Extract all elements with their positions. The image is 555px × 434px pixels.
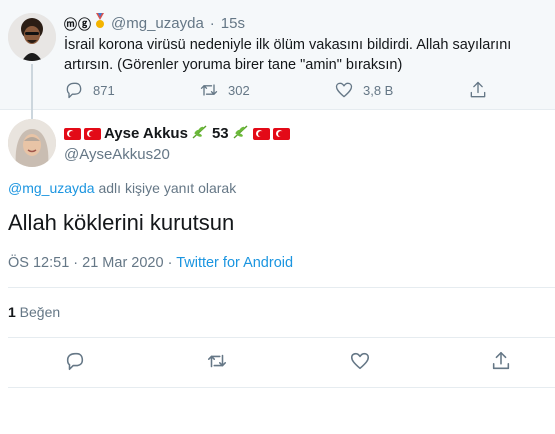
tweet-source-link[interactable]: Twitter for Android [176,255,293,271]
author-name-row: Ayse Akkus 53 [64,125,293,142]
turkey-flag-icon [64,127,81,140]
parent-like-count: 3,8 B [363,82,394,98]
parent-retweet-button[interactable]: 302 [199,80,250,100]
like-count: 1 [8,304,16,320]
divider [8,387,555,388]
share-icon [470,81,486,98]
olive-branch-icon [233,125,249,142]
author-handle[interactable]: @AyseAkkus20 [64,146,170,163]
parent-reply-count: 871 [93,82,115,98]
parent-header: ⓜⓖ @mg_uzayda · 15s [64,13,245,33]
divider [8,337,555,338]
share-button[interactable] [490,350,512,372]
parent-retweet-count: 302 [228,82,250,98]
retweet-button[interactable] [206,350,228,372]
parent-actions: 871 302 3,8 B [64,80,494,104]
turkey-flag-icon [272,127,290,140]
share-icon [492,351,510,370]
reply-icon [66,352,84,371]
medal-icon [95,13,105,33]
heart-icon [335,82,353,98]
tweet-actions [0,350,555,374]
reply-context-text: adlı kişiye yanıt olarak [94,180,237,196]
author-avatar[interactable] [8,119,56,167]
like-button[interactable] [349,350,371,372]
author-avatar-image [8,119,56,167]
parent-reply-button[interactable]: 871 [64,80,115,100]
retweet-icon [200,84,218,96]
retweet-icon [207,354,227,368]
author-name-number: 53 [211,125,229,142]
divider [8,287,555,288]
reply-context: @mg_uzayda adlı kişiye yanıt olarak [8,180,236,196]
parent-timestamp[interactable]: 15s [221,15,245,32]
parent-tweet[interactable]: ⓜⓖ @mg_uzayda · 15s İsrail korona virüsü… [0,0,555,120]
tweet-text: Allah köklerini kurutsun [8,210,235,235]
turkey-flag-icon [84,127,101,140]
author-name[interactable]: Ayse Akkus [104,125,188,142]
parent-avatar-image [8,13,56,61]
tweet-timestamp[interactable]: ÖS 12:51 · 21 Mar 2020 · [8,255,176,271]
heart-icon [350,352,370,370]
like-stats[interactable]: 1 Beğen [8,304,60,320]
reply-mention-link[interactable]: @mg_uzayda [8,180,95,196]
reply-button[interactable] [64,350,86,372]
parent-share-button[interactable] [468,80,488,100]
parent-avatar[interactable] [8,13,56,61]
reply-icon [66,82,82,99]
thread-line [31,64,33,120]
tweet-meta: ÖS 12:51 · 21 Mar 2020 · Twitter for And… [8,255,293,271]
parent-time-separator: · [209,14,215,32]
parent-author-name[interactable]: ⓜⓖ [64,14,92,33]
like-label: Beğen [15,304,61,320]
turkey-flag-icon [252,127,270,140]
parent-tweet-text: İsrail korona virüsü nedeniyle ilk ölüm … [64,37,512,73]
parent-like-button[interactable]: 3,8 B [334,80,393,100]
parent-handle[interactable]: @mg_uzayda [111,15,204,32]
olive-branch-icon [192,125,208,142]
